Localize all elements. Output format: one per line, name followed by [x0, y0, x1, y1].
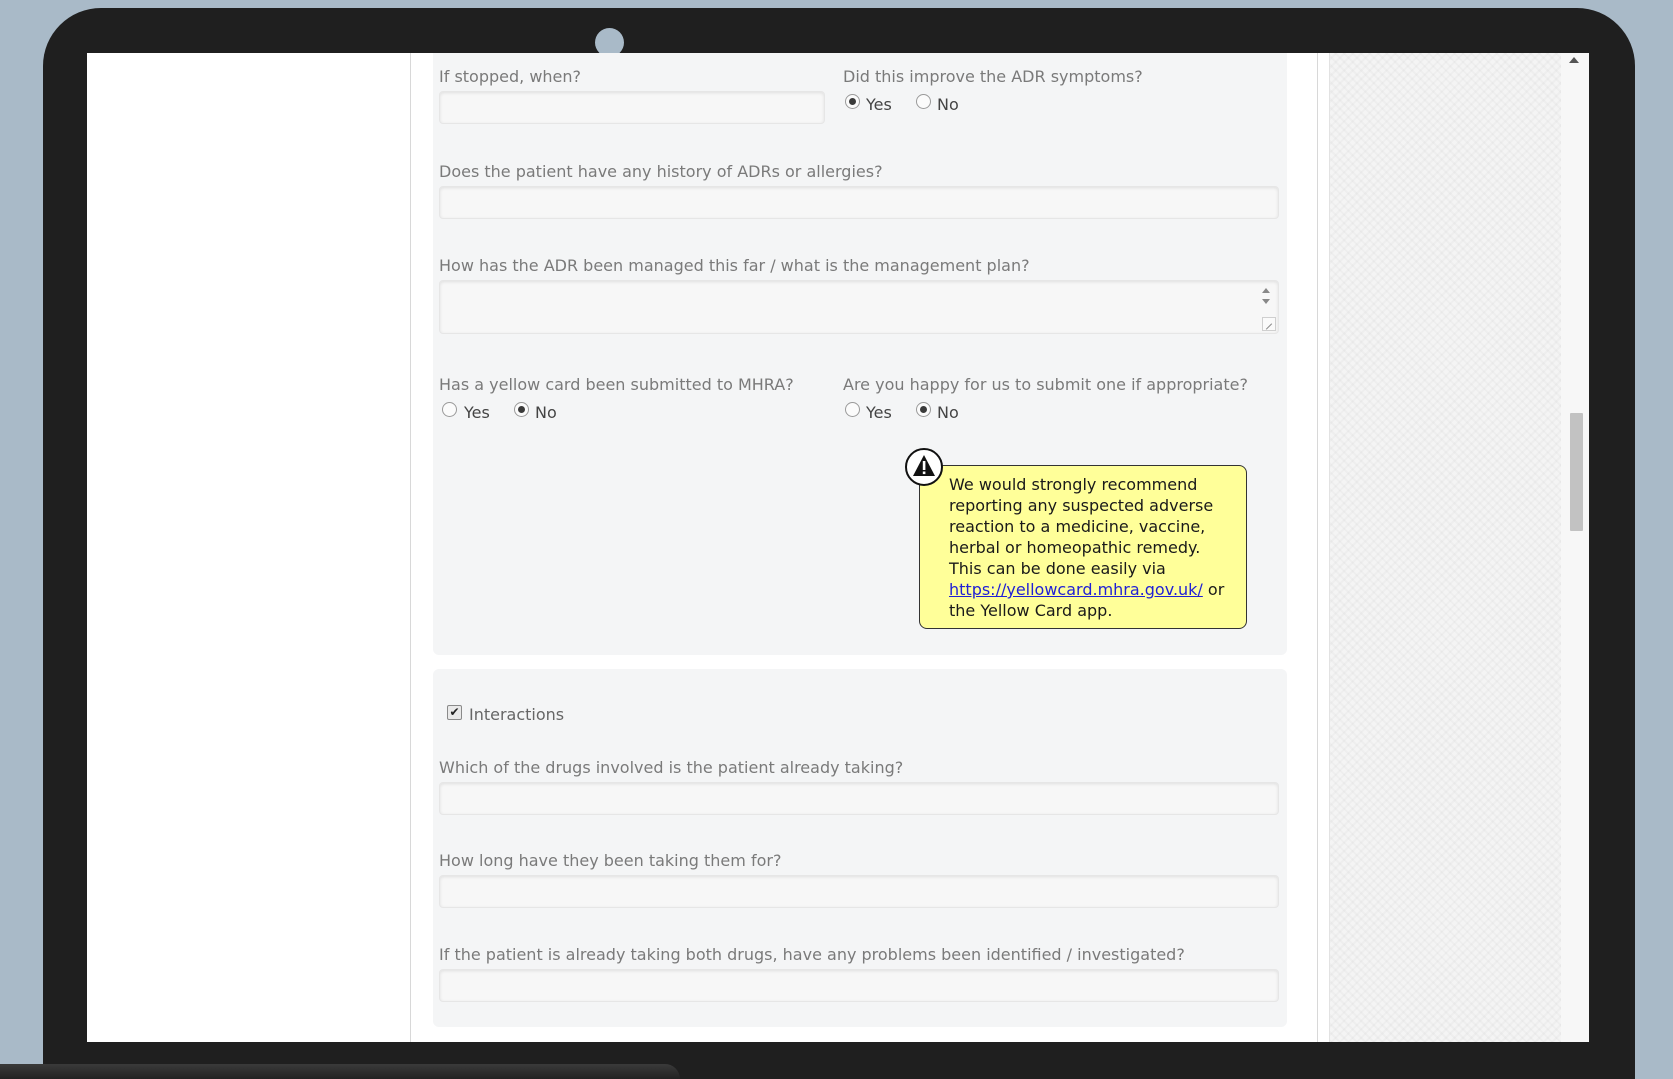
improve-yes-radio[interactable]	[845, 94, 860, 109]
duration-label: How long have they been taking them for?	[439, 851, 782, 870]
management-textarea[interactable]	[439, 280, 1279, 334]
warning-icon	[905, 448, 943, 486]
stopped-when-label: If stopped, when?	[439, 67, 582, 86]
history-input[interactable]	[439, 186, 1279, 219]
yellow-card-notice: We would strongly recommend reporting an…	[919, 465, 1247, 629]
yellow-card-no-label: No	[535, 403, 557, 422]
submit-no-label: No	[937, 403, 959, 422]
yellow-card-yes-label: Yes	[464, 403, 490, 422]
interactions-panel: ✔ Interactions Which of the drugs involv…	[433, 669, 1287, 1027]
improve-no-radio[interactable]	[916, 94, 931, 109]
notice-text: We would strongly recommend reporting an…	[949, 475, 1214, 578]
interactions-checkbox-label: Interactions	[469, 705, 565, 724]
textarea-scroll-down-icon[interactable]	[1262, 299, 1270, 304]
scroll-up-arrow-icon[interactable]	[1569, 57, 1579, 63]
problems-input[interactable]	[439, 969, 1279, 1002]
improve-no-label: No	[937, 95, 959, 114]
stopped-when-input[interactable]	[439, 91, 825, 124]
history-label: Does the patient have any history of ADR…	[439, 162, 883, 181]
duration-input[interactable]	[439, 875, 1279, 908]
interactions-checkbox[interactable]: ✔	[447, 705, 462, 720]
drugs-label: Which of the drugs involved is the patie…	[439, 758, 904, 777]
submit-label: Are you happy for us to submit one if ap…	[843, 375, 1248, 394]
submit-yes-label: Yes	[866, 403, 892, 422]
yellow-card-yes-radio[interactable]	[442, 402, 457, 417]
scroll-thumb[interactable]	[1570, 413, 1583, 531]
yellow-card-link[interactable]: https://yellowcard.mhra.gov.uk/	[949, 580, 1203, 599]
improve-yes-label: Yes	[866, 95, 892, 114]
screen: If stopped, when? Did this improve the A…	[87, 53, 1589, 1042]
problems-label: If the patient is already taking both dr…	[439, 945, 1185, 964]
yellow-card-label: Has a yellow card been submitted to MHRA…	[439, 375, 794, 394]
improve-label: Did this improve the ADR symptoms?	[843, 67, 1143, 86]
submit-yes-radio[interactable]	[845, 402, 860, 417]
textarea-resize-handle-icon[interactable]	[1262, 317, 1276, 331]
right-pane	[1329, 53, 1562, 1042]
management-label: How has the ADR been managed this far / …	[439, 256, 1030, 275]
textarea-scroll-up-icon[interactable]	[1262, 288, 1270, 293]
scrollbar[interactable]	[1561, 53, 1589, 1042]
yellow-card-no-radio[interactable]	[514, 402, 529, 417]
submit-no-radio[interactable]	[916, 402, 931, 417]
laptop-base	[0, 1064, 680, 1079]
drugs-input[interactable]	[439, 782, 1279, 815]
